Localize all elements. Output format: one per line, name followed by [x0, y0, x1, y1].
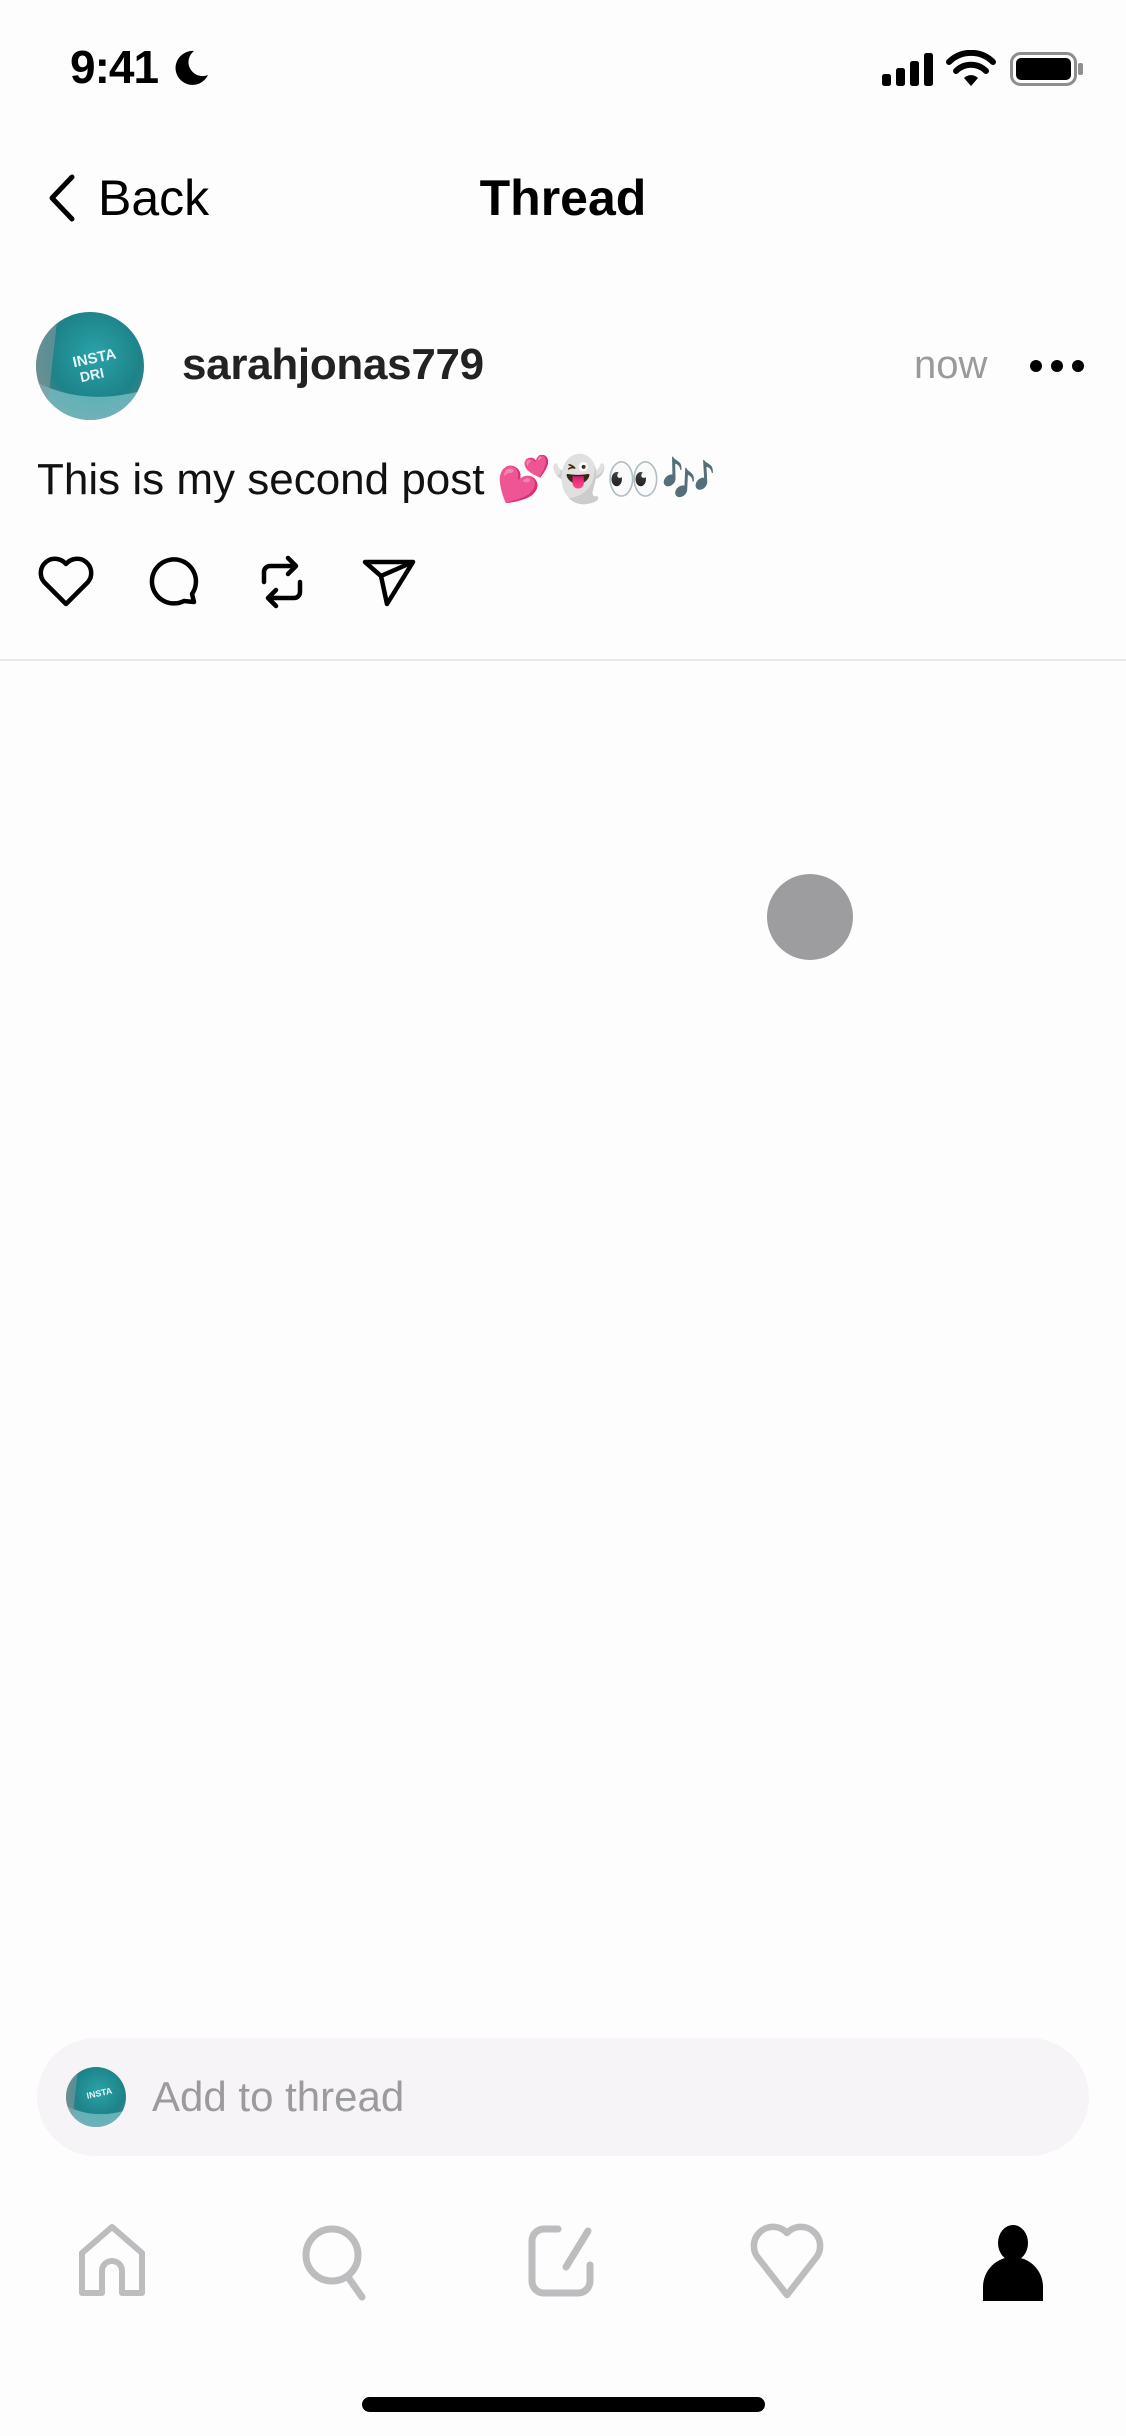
- avatar-image: INSTA DRI: [36, 312, 144, 420]
- like-button[interactable]: [34, 550, 98, 614]
- tab-activity[interactable]: [742, 2218, 832, 2304]
- home-indicator: [362, 2397, 765, 2412]
- more-dot: [1072, 360, 1084, 372]
- more-options-button[interactable]: [1030, 350, 1084, 382]
- profile-icon: [983, 2225, 1043, 2301]
- tab-home[interactable]: [67, 2218, 157, 2304]
- moon-icon: [175, 50, 208, 85]
- tab-search[interactable]: [291, 2218, 381, 2304]
- signal-icon: [882, 53, 933, 86]
- share-button[interactable]: [357, 550, 421, 614]
- heart-icon: [750, 2223, 824, 2299]
- post-timestamp: now: [914, 343, 988, 387]
- avatar-image: INSTA: [66, 2067, 126, 2127]
- composer-avatar: INSTA: [66, 2067, 126, 2127]
- comment-icon: [149, 557, 199, 606]
- repost-button[interactable]: [250, 550, 314, 614]
- send-icon: [362, 559, 416, 607]
- avatar[interactable]: INSTA DRI: [36, 312, 144, 420]
- more-dot: [1051, 360, 1063, 372]
- battery-icon: [1010, 52, 1083, 86]
- repost-icon: [261, 555, 303, 609]
- search-icon: [302, 2225, 366, 2301]
- status-time: 9:41: [70, 41, 159, 93]
- tab-compose[interactable]: [517, 2218, 607, 2304]
- username[interactable]: sarahjonas779: [182, 337, 484, 393]
- post-text: This is my second post 💕👻👀🎶: [37, 455, 716, 504]
- comment-button[interactable]: [142, 550, 206, 614]
- home-icon: [79, 2224, 145, 2296]
- tab-profile[interactable]: [968, 2218, 1058, 2304]
- heart-icon: [38, 556, 94, 607]
- wifi-icon: [946, 50, 996, 86]
- page-title: Thread: [479, 170, 647, 226]
- touch-indicator: [767, 874, 853, 960]
- compose-icon: [528, 2225, 594, 2297]
- more-dot: [1030, 360, 1042, 372]
- composer-placeholder: Add to thread: [152, 2073, 405, 2120]
- divider: [0, 659, 1126, 661]
